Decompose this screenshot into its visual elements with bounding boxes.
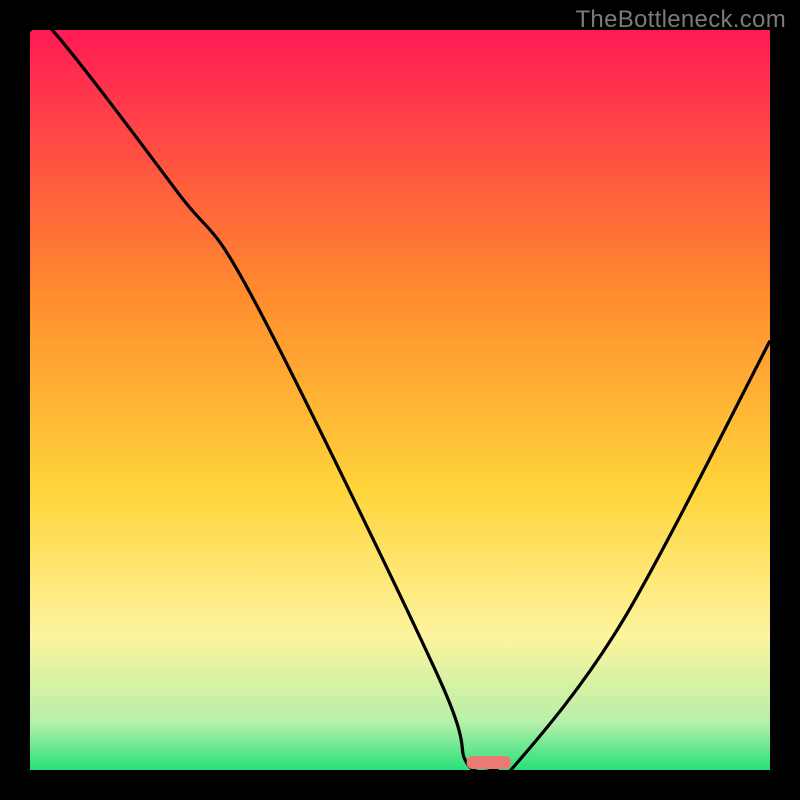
- optimal-marker: [467, 756, 511, 769]
- plot-svg: [30, 30, 770, 770]
- chart-frame: TheBottleneck.com: [0, 0, 800, 800]
- watermark-text: TheBottleneck.com: [575, 6, 786, 34]
- bottleneck-plot: [30, 30, 770, 770]
